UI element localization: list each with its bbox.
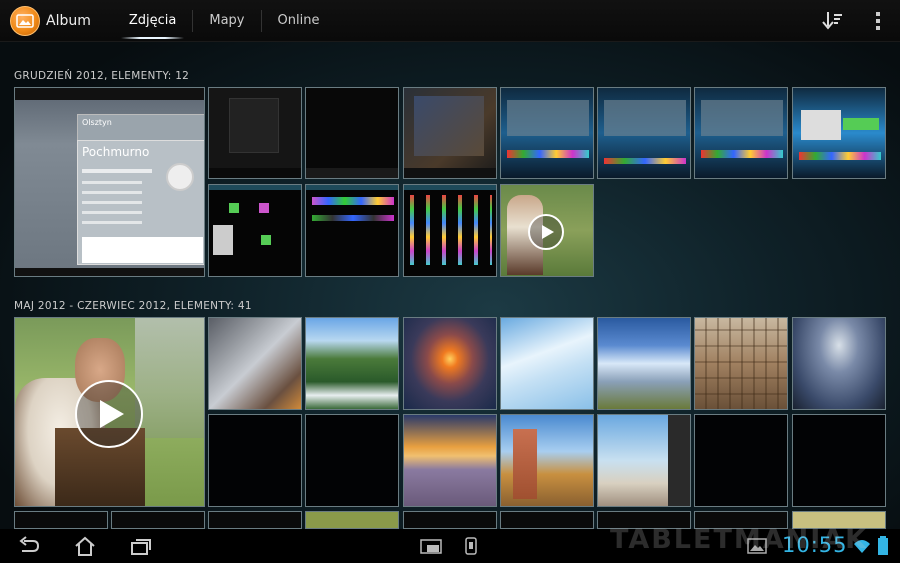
photo-thumbnail[interactable] [694,87,788,179]
weather-title: Pochmurno [82,145,150,159]
photo-thumbnail[interactable] [597,317,691,410]
watermark: TABLETMANIAK [610,524,869,555]
photo-thumbnail[interactable] [403,87,497,179]
tab-label: Online [277,13,320,28]
photo-thumbnail[interactable] [305,317,399,410]
photo-thumbnail[interactable]: Olsztyn Pochmurno [14,87,205,277]
sort-icon[interactable] [820,8,846,34]
photo-thumbnail[interactable] [792,87,886,179]
home-icon[interactable] [72,534,98,558]
overflow-menu-icon[interactable] [868,10,888,32]
video-thumbnail[interactable] [14,317,205,507]
screenshot-icon[interactable] [418,534,444,558]
section-title: MAJ 2012 - CZERWIEC 2012, ELEMENTY: 41 [14,300,252,312]
photo-thumbnail[interactable] [500,414,594,507]
photo-thumbnail[interactable] [500,87,594,179]
back-icon[interactable] [16,534,42,558]
photo-thumbnail[interactable] [792,414,886,507]
photo-thumbnail[interactable] [14,511,108,529]
photo-thumbnail[interactable] [305,87,399,179]
usb-icon [458,534,484,558]
photo-thumbnail[interactable] [208,184,302,277]
action-bar: Album Zdjęcia Mapy Online [0,0,900,42]
video-thumbnail[interactable] [500,184,594,277]
screenshot-statusbar [15,88,204,100]
tab-online[interactable]: Online [262,0,336,42]
weather-city: Olsztyn [82,118,112,127]
battery-icon [876,534,890,558]
tab-maps[interactable]: Mapy [193,0,260,42]
photo-thumbnail[interactable] [111,511,205,529]
recent-apps-icon[interactable] [128,534,154,558]
photo-thumbnail[interactable] [208,511,302,529]
photo-thumbnail[interactable] [208,414,302,507]
photo-thumbnail[interactable] [792,317,886,410]
photo-thumbnail[interactable] [403,317,497,410]
photo-thumbnail[interactable] [403,414,497,507]
photo-thumbnail[interactable] [694,414,788,507]
app-title[interactable]: Album [46,13,91,29]
weather-card-header: Olsztyn [77,114,204,142]
photo-thumbnail[interactable] [208,87,302,179]
weather-card: Pochmurno [77,140,204,265]
tab-label: Mapy [209,13,245,28]
photo-thumbnail[interactable] [305,414,399,507]
tab-label: Zdjęcia [128,13,177,28]
photo-thumbnail[interactable] [694,317,788,410]
gallery-icon[interactable] [10,5,40,36]
tab-photos[interactable]: Zdjęcia [113,0,193,42]
photo-thumbnail[interactable] [403,511,497,529]
photo-thumbnail[interactable] [597,87,691,179]
photo-thumbnail[interactable] [305,184,399,277]
play-icon[interactable] [528,214,564,250]
photo-thumbnail[interactable] [305,511,399,529]
section-title: GRUDZIEŃ 2012, ELEMENTY: 12 [14,70,190,82]
photo-thumbnail[interactable] [500,317,594,410]
play-icon[interactable] [75,380,143,448]
photo-thumbnail[interactable] [403,184,497,277]
photo-thumbnail[interactable] [500,511,594,529]
photo-thumbnail[interactable] [208,317,302,410]
photo-thumbnail[interactable] [597,414,691,507]
